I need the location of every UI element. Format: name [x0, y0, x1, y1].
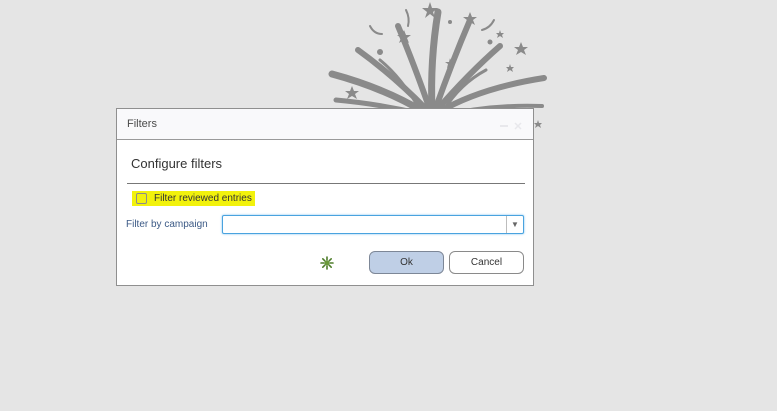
filter-reviewed-option[interactable]: Filter reviewed entries: [132, 191, 255, 206]
dialog-titlebar[interactable]: Filters: [117, 109, 533, 140]
campaign-select[interactable]: ▼: [222, 215, 524, 234]
cancel-button[interactable]: Cancel: [449, 251, 524, 274]
filter-reviewed-label: Filter reviewed entries: [154, 193, 252, 204]
filters-dialog: Filters Configure filters Filter reviewe…: [116, 108, 534, 286]
ok-button[interactable]: Ok: [369, 251, 444, 274]
minimize-icon[interactable]: [499, 118, 509, 128]
heading-divider: [127, 183, 525, 184]
close-icon[interactable]: [513, 118, 523, 130]
dialog-heading: Configure filters: [131, 156, 223, 171]
campaign-filter-label: Filter by campaign: [126, 219, 208, 230]
window-controls: [499, 118, 523, 130]
filter-reviewed-checkbox[interactable]: [136, 193, 147, 204]
loading-spinner-icon: [320, 256, 334, 270]
dialog-title: Filters: [127, 118, 157, 130]
chevron-down-icon[interactable]: ▼: [506, 216, 523, 233]
